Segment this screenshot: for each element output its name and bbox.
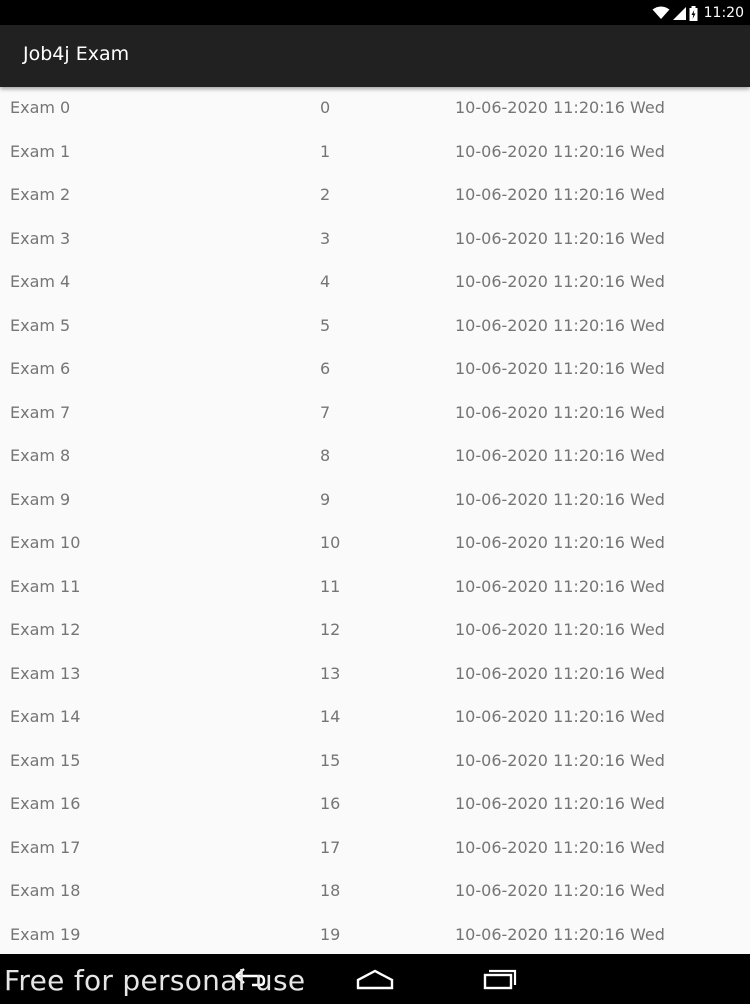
exam-date: 10-06-2020 11:20:16 Wed [455,533,665,552]
list-item[interactable]: Exam 12 12 10-06-2020 11:20:16 Wed [0,609,750,653]
exam-date: 10-06-2020 11:20:16 Wed [455,272,665,291]
exam-date: 10-06-2020 11:20:16 Wed [455,185,665,204]
exam-name: Exam 19 [10,924,81,944]
exam-number: 10 [320,533,341,552]
exam-number: 11 [320,576,341,596]
exam-date: 10-06-2020 11:20:16 Wed [455,881,665,900]
exam-name: Exam 10 [10,533,81,552]
exam-number: 2 [320,185,331,204]
exam-name: Exam 15 [10,750,81,770]
recents-icon[interactable] [480,966,520,996]
exam-number: 6 [320,359,331,378]
exam-number: 13 [320,663,341,683]
exam-name: Exam 17 [10,837,81,857]
exam-number: 14 [320,707,341,726]
list-item[interactable]: Exam 6 6 10-06-2020 11:20:16 Wed [0,348,750,392]
list-item[interactable]: Exam 1 1 10-06-2020 11:20:16 Wed [0,131,750,175]
exam-number: 18 [320,881,341,900]
exam-name: Exam 2 [10,185,71,204]
exam-date: 10-06-2020 11:20:16 Wed [455,663,665,683]
app-title: Job4j Exam [23,43,130,65]
list-item[interactable]: Exam 14 14 10-06-2020 11:20:16 Wed [0,696,750,740]
exam-name: Exam 3 [10,228,71,248]
exam-number: 0 [320,98,331,117]
status-bar: 11:20 [0,0,750,25]
exam-date: 10-06-2020 11:20:16 Wed [455,837,665,857]
exam-name: Exam 14 [10,707,81,726]
list-item[interactable]: Exam 2 2 10-06-2020 11:20:16 Wed [0,174,750,218]
app-bar: Job4j Exam [0,25,750,87]
exam-date: 10-06-2020 11:20:16 Wed [455,141,665,161]
exam-number: 12 [320,620,341,639]
exam-name: Exam 8 [10,446,71,465]
exam-date: 10-06-2020 11:20:16 Wed [455,402,665,422]
list-item[interactable]: Exam 9 9 10-06-2020 11:20:16 Wed [0,479,750,523]
exam-name: Exam 6 [10,359,71,378]
list-item[interactable]: Exam 3 3 10-06-2020 11:20:16 Wed [0,218,750,262]
exam-name: Exam 1 [10,141,71,161]
exam-date: 10-06-2020 11:20:16 Wed [455,489,665,509]
list-item[interactable]: Exam 17 17 10-06-2020 11:20:16 Wed [0,827,750,871]
list-item[interactable]: Exam 11 11 10-06-2020 11:20:16 Wed [0,566,750,610]
navigation-bar: Free for personal use [0,954,750,1004]
list-item[interactable]: Exam 7 7 10-06-2020 11:20:16 Wed [0,392,750,436]
watermark-text: Free for personal use [4,964,306,997]
exam-date: 10-06-2020 11:20:16 Wed [455,750,665,770]
exam-number: 9 [320,489,331,509]
exam-number: 1 [320,141,331,161]
exam-name: Exam 13 [10,663,81,683]
exam-name: Exam 16 [10,794,81,813]
list-item[interactable]: Exam 5 5 10-06-2020 11:20:16 Wed [0,305,750,349]
exam-list[interactable]: Exam 0 0 10-06-2020 11:20:16 Wed Exam 1 1 10-… [0,87,750,954]
exam-date: 10-06-2020 11:20:16 Wed [455,446,665,465]
status-time: 11:20 [703,5,744,21]
exam-name: Exam 0 [10,98,71,117]
exam-number: 4 [320,272,331,291]
list-item[interactable]: Exam 18 18 10-06-2020 11:20:16 Wed [0,870,750,914]
list-item[interactable]: Exam 0 0 10-06-2020 11:20:16 Wed [0,87,750,131]
list-item[interactable]: Exam 10 10 10-06-2020 11:20:16 Wed [0,522,750,566]
exam-name: Exam 7 [10,402,71,422]
exam-number: 16 [320,794,341,813]
exam-name: Exam 4 [10,272,71,291]
exam-date: 10-06-2020 11:20:16 Wed [455,620,665,639]
exam-name: Exam 18 [10,881,81,900]
exam-name: Exam 12 [10,620,81,639]
exam-date: 10-06-2020 11:20:16 Wed [455,98,665,117]
exam-date: 10-06-2020 11:20:16 Wed [455,707,665,726]
list-item[interactable]: Exam 16 16 10-06-2020 11:20:16 Wed [0,783,750,827]
exam-name: Exam 9 [10,489,71,509]
exam-number: 5 [320,315,331,335]
status-icons: 11:20 [652,3,744,23]
list-item[interactable]: Exam 13 13 10-06-2020 11:20:16 Wed [0,653,750,697]
battery-icon [689,5,698,21]
exam-date: 10-06-2020 11:20:16 Wed [455,794,665,813]
list-item[interactable]: Exam 19 19 10-06-2020 11:20:16 Wed [0,914,750,955]
list-item[interactable]: Exam 4 4 10-06-2020 11:20:16 Wed [0,261,750,305]
exam-date: 10-06-2020 11:20:16 Wed [455,924,665,944]
exam-date: 10-06-2020 11:20:16 Wed [455,228,665,248]
list-item[interactable]: Exam 8 8 10-06-2020 11:20:16 Wed [0,435,750,479]
exam-date: 10-06-2020 11:20:16 Wed [455,576,665,596]
exam-date: 10-06-2020 11:20:16 Wed [455,315,665,335]
exam-name: Exam 5 [10,315,71,335]
home-icon[interactable] [355,966,395,996]
exam-name: Exam 11 [10,576,81,596]
exam-number: 15 [320,750,341,770]
exam-number: 3 [320,228,331,248]
signal-icon [672,6,686,20]
exam-date: 10-06-2020 11:20:16 Wed [455,359,665,378]
exam-number: 17 [320,837,341,857]
exam-number: 19 [320,924,341,944]
exam-number: 8 [320,446,331,465]
wifi-icon [652,6,670,20]
exam-number: 7 [320,402,331,422]
list-item[interactable]: Exam 15 15 10-06-2020 11:20:16 Wed [0,740,750,784]
